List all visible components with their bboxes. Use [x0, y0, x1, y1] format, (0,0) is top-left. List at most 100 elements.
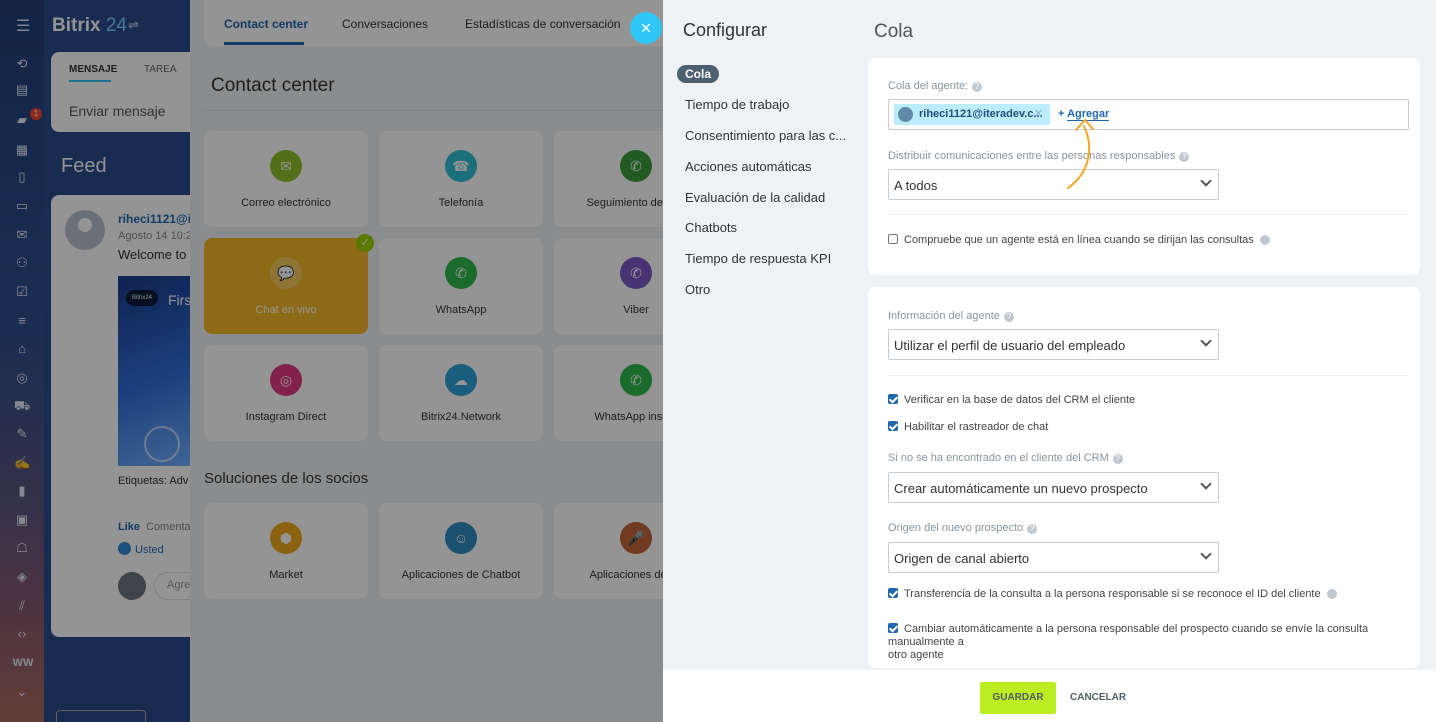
documents-icon[interactable]: ▯ — [14, 169, 30, 185]
tile-call-tracking[interactable]: ✆ Seguimiento de las l — [554, 131, 663, 227]
help-icon[interactable]: ? — [1179, 152, 1190, 162]
nav-item-queue[interactable]: Cola — [677, 65, 720, 83]
code-icon[interactable]: ‹› — [14, 626, 30, 642]
tasks-icon[interactable]: ☑ — [14, 284, 30, 300]
tile-label: Viber — [623, 304, 649, 316]
tile-telephony[interactable]: ☎ Telefonía — [379, 131, 543, 227]
configure-panel: Configurar Cola Tiempo de trabajo Consen… — [663, 0, 1436, 722]
nav-item-auto-actions[interactable]: Acciones automáticas — [685, 159, 811, 174]
cart-icon[interactable]: ⛟ — [14, 398, 30, 414]
phone-icon: ☎ — [445, 150, 477, 182]
contact-icon[interactable]: ▣ — [14, 512, 30, 528]
cancel-button[interactable]: CANCELAR — [1070, 682, 1126, 714]
save-button[interactable]: GUARDAR — [980, 682, 1056, 714]
origin-select[interactable]: Origen de canal abierto — [888, 542, 1219, 573]
tab-message[interactable]: MENSAJE — [69, 64, 117, 75]
tile-viber[interactable]: ✆ Viber — [554, 238, 663, 334]
tile-voice-apps[interactable]: 🎤 Aplicaciones de Vo — [554, 503, 663, 599]
help-icon[interactable]: ? — [972, 82, 983, 92]
calendar-icon[interactable]: ▦ — [14, 142, 30, 158]
tab-task[interactable]: TAREA — [144, 64, 177, 75]
edit-icon[interactable]: ✎ — [14, 426, 30, 442]
comment-link[interactable]: Comenta — [146, 521, 191, 533]
tile-email[interactable]: ✉ Correo electrónico — [204, 131, 368, 227]
check-change-checkbox[interactable]: Cambiar automáticamente a la persona res… — [888, 623, 1413, 662]
post-image[interactable]: Bitrix24 Firs — [118, 276, 192, 466]
clock-icon[interactable]: ⇌ — [128, 17, 139, 33]
tile-bitrix-network[interactable]: ☁ Bitrix24.Network — [379, 345, 543, 441]
section-title: Cola — [874, 21, 914, 42]
sign-icon[interactable]: ✍ — [14, 455, 30, 471]
not-found-select[interactable]: Crear automáticamente un nuevo prospecto — [888, 472, 1219, 503]
tab-statistics[interactable]: Estadísticas de conversación — [465, 17, 620, 31]
help-icon[interactable] — [1326, 589, 1337, 599]
chat-icon[interactable]: ▰ — [14, 112, 30, 128]
help-icon[interactable]: ? — [1027, 524, 1038, 534]
target-graphic — [144, 426, 180, 462]
tile-label: Bitrix24.Network — [420, 411, 502, 423]
tile-label: Chat en vivo — [255, 304, 317, 316]
nav-item-chatbots[interactable]: Chatbots — [685, 220, 737, 235]
divider — [204, 110, 663, 111]
help-icon[interactable] — [1259, 235, 1270, 245]
mail-icon[interactable]: ✉ — [14, 227, 30, 243]
nav-item-work-time[interactable]: Tiempo de trabajo — [685, 97, 789, 112]
menu-icon[interactable]: ☰ — [16, 16, 30, 36]
check-transfer-checkbox[interactable]: Transferencia de la consulta a la person… — [888, 588, 1337, 600]
agent-chip[interactable]: riheci1121@iteradev.c... ✕ — [894, 104, 1050, 125]
queue-input[interactable]: riheci1121@iteradev.c... ✕ + Agregar — [888, 99, 1409, 130]
ww-label[interactable]: WW — [12, 655, 34, 671]
box-icon[interactable]: ◈ — [14, 569, 30, 585]
panel-title: Configurar — [683, 20, 768, 40]
nav-item-consent[interactable]: Consentimiento para las c... — [685, 128, 846, 143]
tab-conversations[interactable]: Conversaciones — [342, 17, 428, 31]
tile-chatbot-apps[interactable]: ☺ Aplicaciones de Chatbot — [379, 503, 543, 599]
like-icon — [118, 542, 131, 555]
help-icon[interactable]: ? — [1003, 312, 1014, 322]
tile-live-chat[interactable]: 💬 Chat en vivo ✓ — [204, 234, 374, 334]
nav-item-other[interactable]: Otro — [685, 282, 710, 297]
remove-chip-icon[interactable]: ✕ — [1034, 107, 1043, 120]
drive-icon[interactable]: ▭ — [14, 198, 30, 214]
avatar[interactable] — [65, 210, 105, 250]
tile-label: WhatsApp instan — [594, 411, 663, 423]
chevron-down-icon — [1200, 335, 1212, 347]
divider — [888, 214, 1408, 215]
filter-icon[interactable]: ≡ — [14, 313, 30, 329]
bottom-tab[interactable] — [56, 710, 146, 722]
agent-info-card: Información del agente? Utilizar el perf… — [868, 287, 1420, 668]
tile-label: Market — [269, 569, 303, 581]
agent-info-select[interactable]: Utilizar el perfil de usuario del emplea… — [888, 329, 1219, 360]
help-icon[interactable]: ? — [1112, 454, 1123, 464]
nav-item-quality[interactable]: Evaluación de la calidad — [685, 190, 825, 205]
check-tracker-checkbox[interactable]: Habilitar el rastreador de chat — [888, 421, 1048, 433]
send-message-input[interactable]: Enviar mensaje — [69, 103, 166, 119]
tile-whatsapp[interactable]: ✆ WhatsApp — [379, 238, 543, 334]
close-icon[interactable]: ✕ — [630, 12, 662, 44]
more-icon[interactable]: ⌄ — [14, 684, 30, 700]
check-crm-checkbox[interactable]: Verificar en la base de datos del CRM el… — [888, 394, 1135, 406]
check-online-checkbox[interactable]: Compruebe que un agente está en línea cu… — [888, 234, 1270, 246]
tile-instagram[interactable]: ◎ Instagram Direct — [204, 345, 368, 441]
liked-by: Usted — [118, 542, 164, 556]
stripes-icon[interactable]: ⫽ — [14, 598, 30, 614]
bank-icon[interactable]: ⌂ — [14, 341, 30, 357]
feed-icon[interactable]: ▤ — [14, 82, 30, 98]
robot-icon[interactable]: ☖ — [14, 540, 30, 556]
tab-contact-center[interactable]: Contact center — [224, 17, 308, 31]
tile-whatsapp-instant[interactable]: ✆ WhatsApp instan — [554, 345, 663, 441]
activity-icon[interactable]: ⟲ — [14, 56, 30, 72]
brand-logo[interactable]: Bitrix 24 — [52, 15, 127, 37]
instagram-icon: ◎ — [270, 364, 302, 396]
viber-icon: ✆ — [620, 257, 652, 289]
target-icon[interactable]: ◎ — [14, 370, 30, 386]
origin-label: Origen del nuevo prospecto? — [888, 522, 1038, 534]
call-tracking-icon: ✆ — [620, 150, 652, 182]
nav-item-kpi[interactable]: Tiempo de respuesta KPI — [685, 251, 831, 266]
like-link[interactable]: Like — [118, 521, 140, 533]
groups-icon[interactable]: ⚇ — [14, 255, 30, 271]
analytics-icon[interactable]: ▮ — [14, 483, 30, 499]
distribute-select[interactable]: A todos — [888, 169, 1219, 200]
annotation-arrow-icon — [1067, 119, 1094, 189]
tile-market[interactable]: ⬢ Market — [204, 503, 368, 599]
